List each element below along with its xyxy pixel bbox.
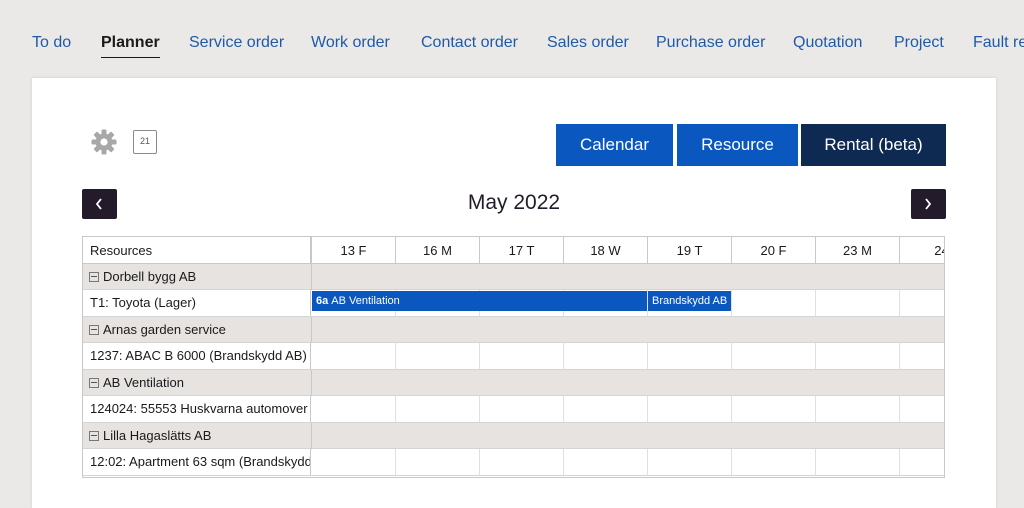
day-header: 23 M xyxy=(815,237,899,264)
group-name: AB Ventilation xyxy=(103,375,184,390)
resource-name[interactable]: T1: Toyota (Lager) xyxy=(83,290,311,316)
day-cell-divider xyxy=(899,396,900,422)
day-cell-divider xyxy=(815,396,816,422)
day-header: 18 W xyxy=(563,237,647,264)
group-label: AB Ventilation xyxy=(89,370,184,396)
booking-label: AB Ventilation xyxy=(331,295,400,307)
calendar-icon[interactable]: 21 xyxy=(133,130,157,154)
booking-id: 6a xyxy=(316,295,329,307)
day-header: 16 M xyxy=(395,237,479,264)
day-cell-divider xyxy=(899,449,900,475)
group-label: Arnas garden service xyxy=(89,317,226,343)
resources-column-header: Resources xyxy=(83,237,311,264)
day-cell-divider xyxy=(647,449,648,475)
group-divider xyxy=(311,370,312,396)
day-cell-divider xyxy=(563,396,564,422)
day-cell-divider xyxy=(815,449,816,475)
resource-name[interactable]: 12:02: Apartment 63 sqm (Brandskydd AB) xyxy=(83,449,311,475)
group-row: AB Ventilation xyxy=(83,370,944,396)
booking-label: Brandskydd AB xyxy=(652,295,728,307)
day-cell-divider xyxy=(899,290,900,316)
group-row: Arnas garden service xyxy=(83,317,944,343)
nav-purchase-order[interactable]: Purchase order xyxy=(656,34,765,52)
nav-planner[interactable]: Planner xyxy=(101,34,160,58)
month-title: May 2022 xyxy=(467,191,561,214)
nav-quotation[interactable]: Quotation xyxy=(793,34,862,52)
collapse-toggle-icon[interactable] xyxy=(89,324,99,335)
day-header: 20 F xyxy=(731,237,815,264)
next-month-button[interactable] xyxy=(911,189,946,219)
nav-work-order[interactable]: Work order xyxy=(311,34,390,52)
calendar-icon-day: 21 xyxy=(139,136,150,146)
day-cell-divider xyxy=(731,449,732,475)
day-header: 24 xyxy=(899,237,944,264)
group-row: Lilla Hagaslätts AB xyxy=(83,423,944,449)
day-cell-divider xyxy=(563,449,564,475)
day-cell-divider xyxy=(479,343,480,369)
chevron-right-icon xyxy=(925,198,932,210)
rental-view-button[interactable]: Rental (beta) xyxy=(801,124,946,166)
group-label: Lilla Hagaslätts AB xyxy=(89,423,211,449)
resource-name[interactable]: 124024: 55553 Huskvarna automover 315X xyxy=(83,396,311,422)
group-row: Dorbell bygg AB xyxy=(83,264,944,290)
group-name: Lilla Hagaslätts AB xyxy=(103,428,212,443)
booking-block[interactable]: Brandskydd AB xyxy=(648,291,731,311)
resource-row: 1237: ABAC B 6000 (Brandskydd AB) xyxy=(83,343,944,370)
day-cell-divider xyxy=(731,343,732,369)
collapse-toggle-icon[interactable] xyxy=(89,430,99,441)
previous-month-button[interactable] xyxy=(82,189,117,219)
day-cell-divider xyxy=(479,396,480,422)
collapse-toggle-icon[interactable] xyxy=(89,377,99,388)
day-cell-divider xyxy=(395,396,396,422)
day-cell-divider xyxy=(815,343,816,369)
resource-row: 124024: 55553 Huskvarna automover 315X xyxy=(83,396,944,423)
nav-service-order[interactable]: Service order xyxy=(189,34,284,52)
day-cell-divider xyxy=(647,343,648,369)
group-label: Dorbell bygg AB xyxy=(89,264,196,290)
day-cell-divider xyxy=(563,343,564,369)
day-cell-divider xyxy=(731,396,732,422)
resource-grid: Resources 13 F16 M17 T18 W19 T20 F23 M24… xyxy=(82,236,945,478)
resource-name[interactable]: 1237: ABAC B 6000 (Brandskydd AB) xyxy=(83,343,311,369)
top-navigation: To do Planner Service order Work order C… xyxy=(0,0,1024,78)
group-name: Arnas garden service xyxy=(103,322,226,337)
day-cell-divider xyxy=(647,396,648,422)
nav-sales-order[interactable]: Sales order xyxy=(547,34,629,52)
day-cell-divider xyxy=(395,449,396,475)
nav-todo[interactable]: To do xyxy=(32,34,71,52)
resource-view-button[interactable]: Resource xyxy=(677,124,798,166)
day-cell-divider xyxy=(815,290,816,316)
day-cell-divider xyxy=(479,449,480,475)
day-cell-divider xyxy=(731,290,732,316)
day-cell-divider xyxy=(395,343,396,369)
booking-block[interactable]: 6a AB Ventilation xyxy=(312,291,647,311)
collapse-toggle-icon[interactable] xyxy=(89,271,99,282)
planner-panel: 21 Calendar Resource Rental (beta) May 2… xyxy=(32,78,996,508)
nav-project[interactable]: Project xyxy=(894,34,944,52)
group-divider xyxy=(311,423,312,449)
group-divider xyxy=(311,264,312,290)
nav-fault-report[interactable]: Fault re xyxy=(973,34,1024,52)
day-header: 13 F xyxy=(311,237,395,264)
nav-contact-order[interactable]: Contact order xyxy=(421,34,518,52)
group-name: Dorbell bygg AB xyxy=(103,269,197,284)
day-header: 19 T xyxy=(647,237,731,264)
calendar-view-button[interactable]: Calendar xyxy=(556,124,673,166)
day-header: 17 T xyxy=(479,237,563,264)
gear-icon[interactable] xyxy=(90,128,118,156)
resource-row: T1: Toyota (Lager) 6a AB Ventilation Brands… xyxy=(83,290,944,317)
group-divider xyxy=(311,317,312,343)
day-cell-divider xyxy=(899,343,900,369)
resource-row: 12:02: Apartment 63 sqm (Brandskydd AB) xyxy=(83,449,944,476)
chevron-left-icon xyxy=(95,198,102,210)
